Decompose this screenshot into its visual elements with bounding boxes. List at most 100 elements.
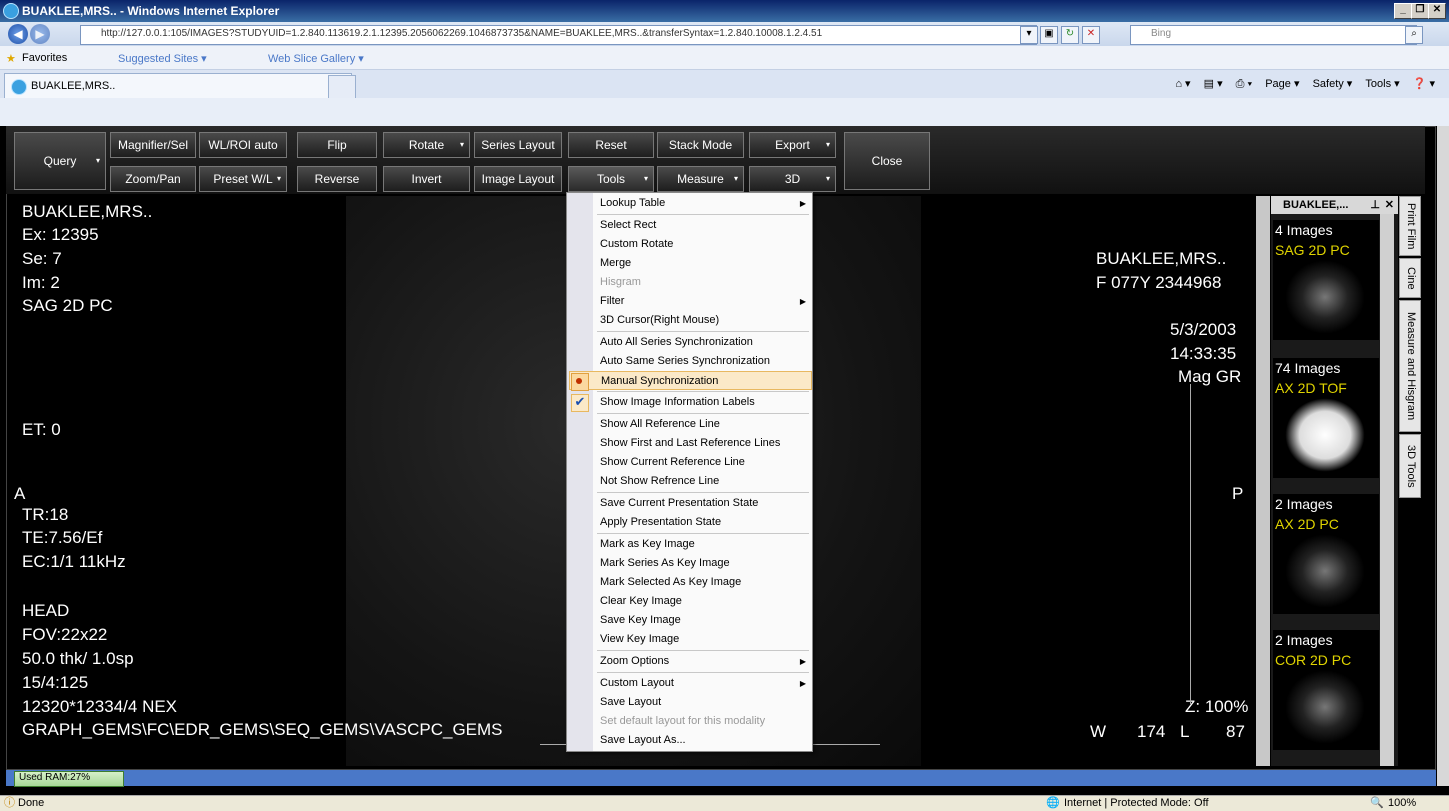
browser-zoom[interactable]: 100% [1388, 796, 1416, 811]
menu-item-save-key[interactable]: Save Key Image [593, 611, 812, 630]
menu-item-3d-cursor[interactable]: 3D Cursor(Right Mouse) [593, 311, 812, 330]
magnifier-button[interactable]: Magnifier/Sel [110, 132, 196, 158]
favorites-bar: ★ Favorites Suggested Sites ▾ Web Slice … [0, 46, 1449, 70]
series-thumb[interactable]: 2 Images COR 2D PC [1273, 630, 1379, 750]
menu-separator [597, 492, 809, 493]
menu-item-auto-same-sync[interactable]: Auto Same Series Synchronization [593, 352, 812, 371]
menu-item-hisgram[interactable]: Hisgram [593, 273, 812, 292]
menu-item-save-layout[interactable]: Save Layout [593, 693, 812, 712]
menu-item-show-first-last-ref[interactable]: Show First and Last Reference Lines [593, 434, 812, 453]
radio-bullet-icon [571, 373, 589, 391]
zoom-pan-button[interactable]: Zoom/Pan [110, 166, 196, 192]
menu-item-filter[interactable]: Filter ▶ [593, 292, 812, 311]
menu-item-not-show-ref[interactable]: Not Show Refrence Line [593, 472, 812, 491]
tab-cine[interactable]: Cine [1399, 258, 1421, 298]
menu-separator [597, 413, 809, 414]
menu-item-custom-layout[interactable]: Custom Layout ▶ [593, 674, 812, 693]
menu-item-custom-rotate[interactable]: Custom Rotate [593, 235, 812, 254]
page-scrollbar[interactable] [1437, 126, 1449, 786]
menu-item-zoom-options[interactable]: Zoom Options ▶ [593, 652, 812, 671]
reset-button[interactable]: Reset [568, 132, 654, 158]
feeds-icon[interactable]: ▤ ▾ [1204, 78, 1223, 90]
query-button[interactable]: Query ▾ [14, 132, 106, 190]
measure-button[interactable]: Measure ▾ [657, 166, 744, 192]
favorites-button[interactable]: Favorites [22, 52, 67, 64]
menu-item-mark-key[interactable]: Mark as Key Image [593, 535, 812, 554]
series-layout-button[interactable]: Series Layout [474, 132, 562, 158]
menu-item-show-info-labels[interactable]: Show Image Information Labels [593, 393, 812, 412]
new-tab-button[interactable] [328, 75, 356, 99]
invert-button[interactable]: Invert [383, 166, 470, 192]
viewer-scrollbar[interactable] [1256, 196, 1270, 766]
close-viewer-button[interactable]: Close [844, 132, 930, 190]
series-description: SAG 2D PC [22, 296, 113, 315]
tab-print-film[interactable]: Print Film [1399, 196, 1421, 256]
submenu-arrow-icon: ▶ [799, 297, 806, 306]
preset-wl-button[interactable]: Preset W/L ▾ [199, 166, 287, 192]
3d-button[interactable]: 3D ▾ [749, 166, 836, 192]
menu-separator [597, 331, 809, 332]
close-window-button[interactable]: ✕ [1428, 3, 1446, 19]
stop-icon[interactable]: ✕ [1082, 26, 1100, 44]
web-slice-gallery-link[interactable]: Web Slice Gallery ▾ [268, 52, 364, 65]
menu-separator [597, 533, 809, 534]
thumb-image [1285, 398, 1365, 472]
menu-item-save-layout-as[interactable]: Save Layout As... [593, 731, 812, 750]
checkmark-icon: ✔ [571, 394, 589, 412]
menu-item-show-current-ref[interactable]: Show Current Reference Line [593, 453, 812, 472]
menu-item-clear-key[interactable]: Clear Key Image [593, 592, 812, 611]
menu-item-auto-all-sync[interactable]: Auto All Series Synchronization [593, 333, 812, 352]
series-thumb[interactable]: 2 Images AX 2D PC [1273, 494, 1379, 614]
menu-item-lookup-table[interactable]: Lookup Table ▶ [593, 194, 812, 213]
suggested-sites-link[interactable]: Suggested Sites ▾ [118, 52, 207, 65]
back-icon[interactable]: ◀ [8, 24, 28, 44]
menu-item-set-default-layout[interactable]: Set default layout for this modality [593, 712, 812, 731]
menu-item-show-all-ref[interactable]: Show All Reference Line [593, 415, 812, 434]
panel-close-icon[interactable]: ✕ [1385, 196, 1394, 214]
series-panel-scrollbar[interactable] [1380, 214, 1394, 766]
search-icon[interactable]: ⌕ [1405, 26, 1423, 44]
command-bar: ⌂ ▾ ▤ ▾ ⎙ ▾ Page ▾ Safety ▾ Tools ▾ ❓ ▾ [1165, 77, 1435, 91]
compat-view-icon[interactable]: ▣ [1040, 26, 1058, 44]
tools-button[interactable]: Tools ▾ [568, 166, 654, 192]
print-icon[interactable]: ⎙ ▾ [1236, 78, 1252, 90]
page-menu[interactable]: Page ▾ [1265, 78, 1299, 90]
menu-item-select-rect[interactable]: Select Rect [593, 216, 812, 235]
home-icon[interactable]: ⌂ ▾ [1175, 78, 1190, 90]
flip-button[interactable]: Flip [297, 132, 377, 158]
menu-item-save-presentation[interactable]: Save Current Presentation State [593, 494, 812, 513]
wl-roi-auto-button[interactable]: WL/ROI auto [199, 132, 287, 158]
search-input[interactable]: Bing [1130, 25, 1417, 45]
forward-icon[interactable]: ▶ [30, 24, 50, 44]
browser-tab[interactable]: BUAKLEE,MRS.. [4, 73, 352, 99]
series-thumb[interactable]: 4 Images SAG 2D PC [1273, 220, 1379, 340]
zoom-icon[interactable]: 🔍 [1370, 796, 1384, 811]
stack-mode-button[interactable]: Stack Mode [657, 132, 744, 158]
matrix-label: 15/4:125 [22, 673, 89, 692]
rotate-button[interactable]: Rotate ▾ [383, 132, 470, 158]
thumb-count: 2 Images [1275, 632, 1333, 648]
menu-item-mark-series-key[interactable]: Mark Series As Key Image [593, 554, 812, 573]
refresh-icon[interactable]: ↻ [1061, 26, 1079, 44]
menu-item-mark-selected-key[interactable]: Mark Selected As Key Image [593, 573, 812, 592]
pin-icon[interactable]: ⊥ [1370, 196, 1380, 214]
menu-item-manual-sync[interactable]: Manual Synchronization [569, 371, 812, 390]
help-icon[interactable]: ❓ ▾ [1413, 78, 1435, 90]
thumb-name: COR 2D PC [1275, 652, 1352, 668]
minimize-button[interactable]: _ [1394, 3, 1412, 19]
tab-measure-hisgram[interactable]: Measure and Hisgram [1399, 300, 1421, 432]
menu-item-apply-presentation[interactable]: Apply Presentation State [593, 513, 812, 532]
image-layout-button[interactable]: Image Layout [474, 166, 562, 192]
tools-menu[interactable]: Tools ▾ [1365, 78, 1399, 90]
safety-menu[interactable]: Safety ▾ [1313, 78, 1353, 90]
menu-item-view-key[interactable]: View Key Image [593, 630, 812, 649]
export-button[interactable]: Export ▾ [749, 132, 836, 158]
series-thumb[interactable]: 74 Images AX 2D TOF [1273, 358, 1379, 478]
menu-item-merge[interactable]: Merge [593, 254, 812, 273]
tab-3d-tools[interactable]: 3D Tools [1399, 434, 1421, 498]
series-panel-title: BUAKLEE,... [1283, 199, 1349, 211]
maximize-button[interactable]: ❐ [1411, 3, 1429, 19]
address-dropdown-icon[interactable]: ▾ [1020, 26, 1038, 44]
url-field[interactable]: http://127.0.0.1:105/IMAGES?STUDYUID=1.2… [80, 25, 1037, 45]
reverse-button[interactable]: Reverse [297, 166, 377, 192]
